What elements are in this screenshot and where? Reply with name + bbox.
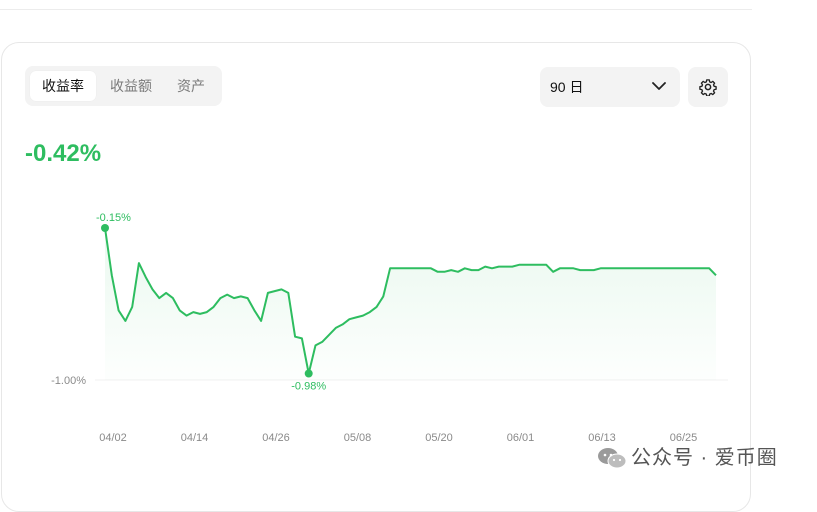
- min-point-marker: [304, 369, 313, 378]
- x-tick-label: 05/20: [425, 432, 453, 444]
- x-tick-label: 06/01: [507, 432, 535, 444]
- x-tick-label: 04/14: [181, 432, 209, 444]
- x-tick-label: 06/13: [588, 432, 616, 444]
- max-point-marker: [101, 224, 109, 232]
- x-tick-label: 04/26: [262, 432, 290, 444]
- max-point-label: -0.15%: [96, 212, 131, 224]
- x-tick-label: 04/02: [99, 432, 127, 444]
- return-area: [105, 228, 716, 380]
- wechat-icon: [598, 448, 627, 469]
- min-point-label: -0.98%: [291, 381, 326, 393]
- return-chart: -1.00% 04/02 04/14 04/26 05/08 05/20 06/01 06/…: [51, 212, 728, 444]
- x-tick-label: 05/08: [344, 432, 372, 444]
- x-tick-label: 06/25: [670, 432, 698, 444]
- y-tick-label: -1.00%: [51, 375, 86, 387]
- watermark-text: 公众号 · 爱币圈: [631, 447, 778, 469]
